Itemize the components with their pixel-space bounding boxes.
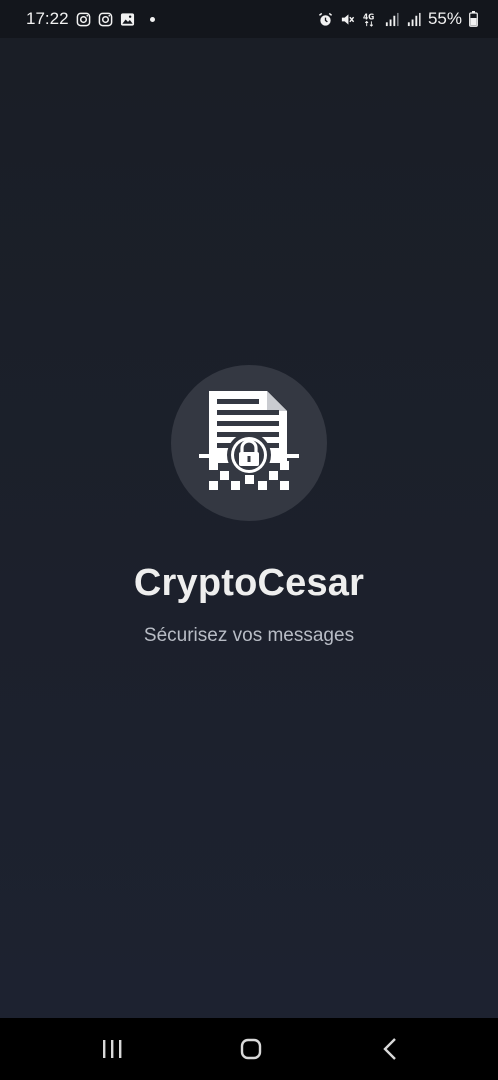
- signal-icon: [407, 12, 421, 26]
- recent-apps-icon: [103, 1040, 122, 1058]
- clock: 17:22: [26, 9, 69, 28]
- encrypted-document-lock-icon: [199, 391, 299, 490]
- home-icon: [240, 1038, 262, 1060]
- alarm-icon: [318, 12, 333, 26]
- gallery-icon: [120, 12, 134, 26]
- instagram-icon: [98, 12, 112, 26]
- battery-icon: [469, 11, 478, 27]
- instagram-icon: [76, 12, 90, 26]
- recent-apps-button[interactable]: [92, 1034, 132, 1064]
- 4g-icon: 4G: [363, 12, 374, 27]
- app-logo: [171, 365, 327, 521]
- svg-text:4G: 4G: [363, 12, 374, 21]
- status-bar: 17:22 4G 55%: [0, 0, 498, 38]
- status-right: 4G 55%: [318, 9, 478, 29]
- navigation-bar: [0, 1018, 498, 1080]
- mute-icon: [341, 13, 355, 25]
- status-left: 17:22: [26, 9, 155, 29]
- battery-percent: 55%: [427, 9, 462, 28]
- home-button[interactable]: [231, 1034, 271, 1064]
- notification-dot-icon: [149, 16, 155, 22]
- back-icon: [383, 1038, 396, 1060]
- app-title: CryptoCesar: [133, 562, 365, 604]
- back-button[interactable]: [370, 1034, 410, 1064]
- app-tagline: Sécurisez vos messages: [143, 625, 355, 646]
- signal-icon: [385, 12, 399, 26]
- splash-screen: CryptoCesar Sécurisez vos messages: [0, 38, 498, 1018]
